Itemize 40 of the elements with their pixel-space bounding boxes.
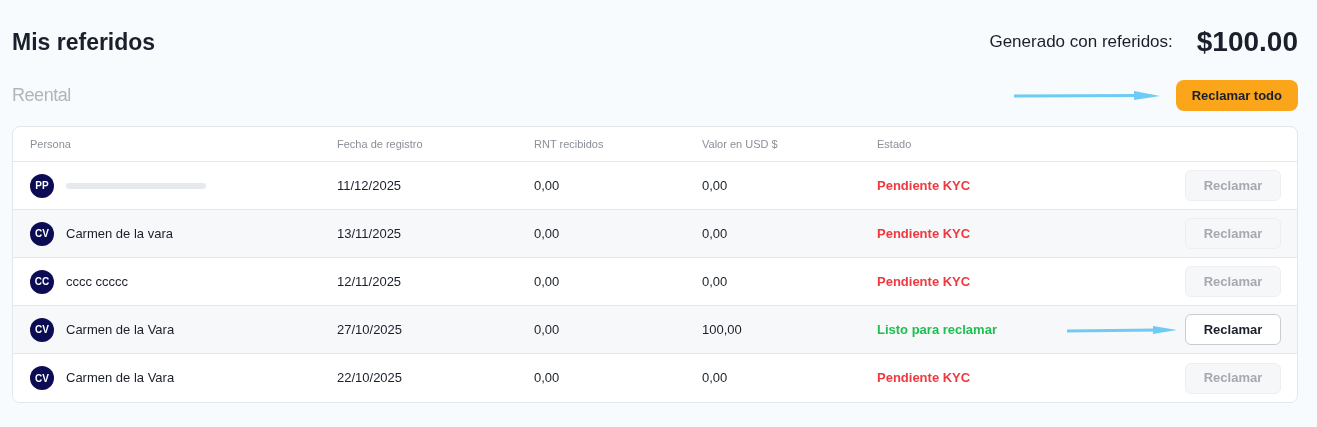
person-name: Carmen de la Vara	[66, 369, 175, 388]
earnings-amount: $100.00	[1196, 25, 1298, 59]
registration-date: 12/11/2025	[337, 272, 403, 291]
usd-value: 100,00	[702, 320, 743, 339]
status-text: Pendiente KYC	[877, 272, 972, 291]
claim-all-button[interactable]: Reclamar todo	[1175, 80, 1298, 111]
logo: Reental	[12, 84, 71, 107]
registration-date: 11/12/2025	[337, 176, 403, 195]
rnt-received: 0,00	[534, 176, 561, 195]
person-name: Carmen de la vara	[66, 224, 173, 243]
rnt-received: 0,00	[534, 224, 561, 243]
column-header: Fecha de registro	[337, 136, 424, 152]
column-header: Persona	[30, 136, 72, 152]
avatar: CV	[30, 221, 54, 246]
avatar: CC	[30, 269, 54, 294]
registration-date: 13/11/2025	[337, 224, 403, 243]
usd-value: 0,00	[702, 224, 729, 243]
status-text: Pendiente KYC	[877, 369, 972, 388]
earnings-label: Generado con referidos:	[989, 31, 1173, 54]
status-text: Pendiente KYC	[877, 224, 972, 243]
status-text: Listo para reclamar	[877, 320, 998, 339]
avatar: CV	[30, 317, 54, 342]
avatar: CV	[30, 366, 54, 390]
registration-date: 27/10/2025	[337, 320, 404, 339]
rnt-received: 0,00	[534, 320, 561, 339]
column-header: RNT recibidos	[534, 136, 605, 152]
claim-button[interactable]: Reclamar	[1185, 314, 1281, 345]
registration-date: 22/10/2025	[337, 369, 404, 388]
status-text: Pendiente KYC	[877, 176, 972, 195]
rnt-received: 0,00	[534, 369, 561, 388]
page-title: Mis referidos	[12, 27, 156, 57]
person-name: Carmen de la Vara	[66, 320, 175, 339]
person-name: cccc ccccc	[66, 272, 129, 291]
usd-value: 0,00	[702, 369, 729, 388]
rnt-received: 0,00	[534, 272, 561, 291]
avatar: PP	[30, 173, 54, 198]
usd-value: 0,00	[702, 176, 729, 195]
usd-value: 0,00	[702, 272, 729, 291]
column-header: Valor en USD $	[702, 136, 779, 152]
column-header: Estado	[877, 136, 913, 152]
